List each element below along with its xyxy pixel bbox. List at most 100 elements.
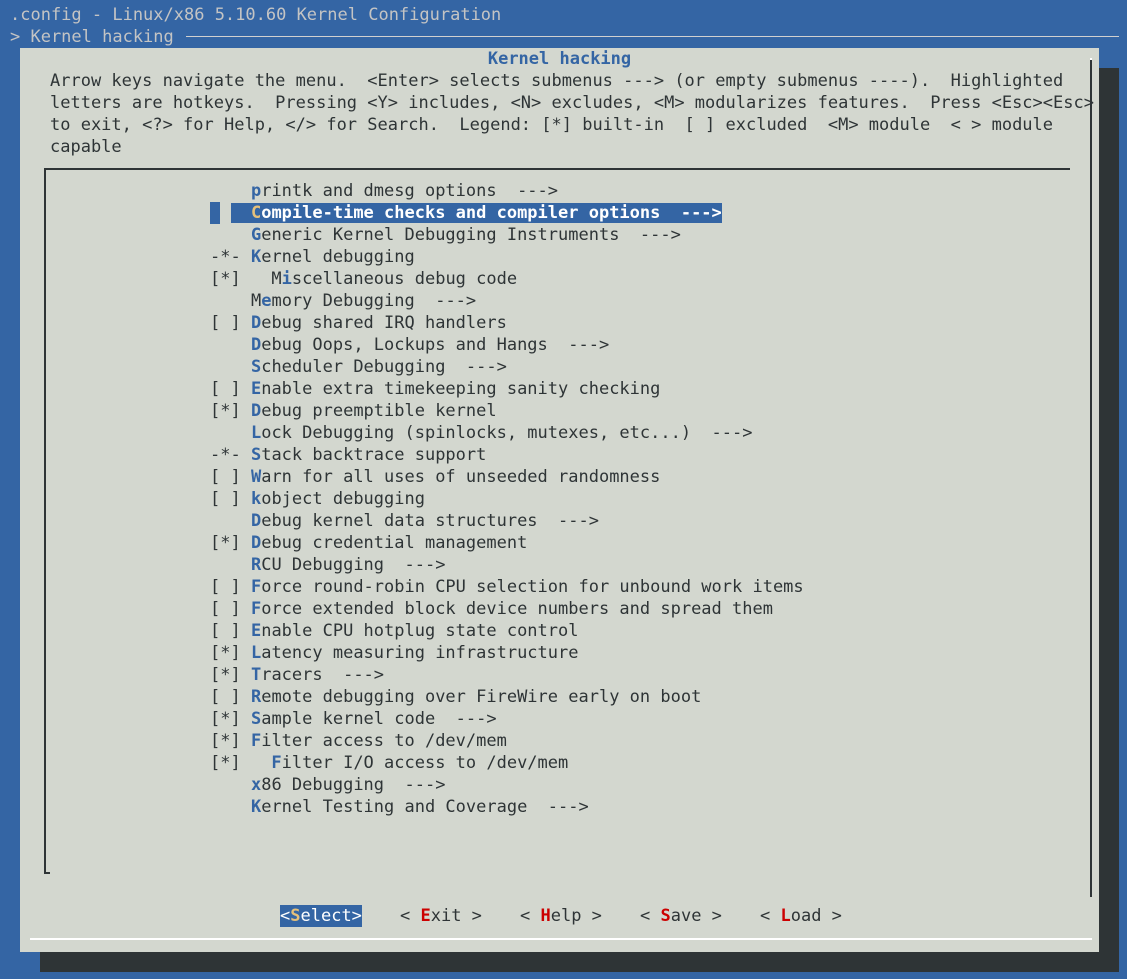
select-hotkey: S xyxy=(290,906,301,926)
menu-item[interactable]: [*] Debug preemptible kernel xyxy=(210,400,497,422)
menu-item-state xyxy=(210,181,251,201)
menu-item-state: [ ] xyxy=(210,489,251,509)
menu-item-label: Remote debugging over FireWire early on … xyxy=(250,687,702,707)
menu-item-label: Filter access to /dev/mem xyxy=(250,731,507,751)
menu-item-label: RCU Debugging ---> xyxy=(250,555,446,575)
menu-item-hotkey: K xyxy=(250,247,262,267)
menu-item[interactable]: [*] Filter access to /dev/mem xyxy=(210,730,507,752)
menu-item-state: [ ] xyxy=(210,621,251,641)
menu-item[interactable]: Kernel Testing and Coverage ---> xyxy=(210,796,589,818)
menu-item-label: Memory Debugging ---> xyxy=(250,291,477,311)
menu-item-state: [ ] xyxy=(210,687,251,707)
menu-item[interactable]: [*] Miscellaneous debug code xyxy=(210,268,517,290)
menu-item[interactable]: Lock Debugging (spinlocks, mutexes, etc.… xyxy=(210,422,753,444)
menu-item-state: [*] xyxy=(210,731,251,751)
menu-item[interactable]: Debug kernel data structures ---> xyxy=(210,510,599,532)
menu-item-hotkey: i xyxy=(281,269,292,289)
menu-item-hotkey: e xyxy=(261,291,272,311)
menu-item[interactable]: [ ] Remote debugging over FireWire early… xyxy=(210,686,701,708)
menu-item-state: [ ] xyxy=(210,577,251,597)
menu-item-state: [ ] xyxy=(210,313,251,333)
menu-item-hotkey: F xyxy=(271,753,282,773)
menu-item[interactable]: [*] Filter I/O access to /dev/mem xyxy=(210,752,568,774)
menu-item[interactable]: -*- Kernel debugging xyxy=(210,246,415,268)
menu-item-label: Compile-time checks and compiler options… xyxy=(230,203,722,223)
menu-item-hotkey: D xyxy=(250,335,262,355)
menu-item-state: [ ] xyxy=(210,379,251,399)
menu-item-hotkey: F xyxy=(250,731,262,751)
kernel-hacking-dialog: Kernel hacking Arrow keys navigate the m… xyxy=(20,48,1099,952)
menu-item-label: Filter I/O access to /dev/mem xyxy=(271,753,569,773)
menu-item-hotkey: R xyxy=(250,555,262,575)
menu-item-hotkey: D xyxy=(250,511,262,531)
menu-item-hotkey: R xyxy=(250,687,262,707)
menu-item[interactable]: [*] Tracers ---> xyxy=(210,664,384,686)
menu-item[interactable]: [ ] Force extended block device numbers … xyxy=(210,598,773,620)
menu-item-hotkey: K xyxy=(250,797,262,817)
menu-item[interactable]: [ ] Warn for all uses of unseeded random… xyxy=(210,466,660,488)
menu-item[interactable]: RCU Debugging ---> xyxy=(210,554,445,576)
menu-item-hotkey: x xyxy=(250,775,262,795)
menu-item[interactable]: Debug Oops, Lockups and Hangs ---> xyxy=(210,334,609,356)
load-hotkey: L xyxy=(780,906,791,926)
menu-item-hotkey: G xyxy=(250,225,262,245)
menu-item-state: [*] xyxy=(210,709,251,729)
select-button[interactable]: <Select> xyxy=(280,905,362,927)
menu-item-label: Enable CPU hotplug state control xyxy=(250,621,579,641)
menu-item[interactable]: Compile-time checks and compiler options… xyxy=(210,202,722,224)
menu-item-hotkey: W xyxy=(250,467,262,487)
menu-item[interactable]: -*- Stack backtrace support xyxy=(210,444,486,466)
menu-item-state: [*] xyxy=(210,753,272,773)
breadcrumb: > Kernel hacking xyxy=(10,27,174,47)
menu-item-state: [ ] xyxy=(210,467,251,487)
menu-item[interactable]: [*] Debug credential management xyxy=(210,532,527,554)
menu-item[interactable]: [*] Sample kernel code ---> xyxy=(210,708,497,730)
menu-item-hotkey: F xyxy=(250,577,262,597)
menu-item-label: Miscellaneous debug code xyxy=(271,269,518,289)
menu-item-label: Stack backtrace support xyxy=(250,445,487,465)
menu-item-state: -*- xyxy=(210,247,251,267)
menu-item[interactable]: x86 Debugging ---> xyxy=(210,774,445,796)
menu-item-label: printk and dmesg options ---> xyxy=(250,181,559,201)
menu-item-state xyxy=(210,357,251,377)
menu-item-label: Debug shared IRQ handlers xyxy=(250,313,507,333)
menu-item-hotkey: C xyxy=(250,203,262,223)
menu-item-hotkey: S xyxy=(250,445,262,465)
menu-item[interactable]: Scheduler Debugging ---> xyxy=(210,356,507,378)
menu-item-hotkey: E xyxy=(250,379,262,399)
help-button[interactable]: < Help > xyxy=(520,905,602,927)
menu-item[interactable]: [ ] Enable CPU hotplug state control xyxy=(210,620,578,642)
menu-item-label: Sample kernel code ---> xyxy=(250,709,497,729)
menu-item[interactable]: [*] Latency measuring infrastructure xyxy=(210,642,578,664)
menu-item-state xyxy=(210,797,251,817)
menu-item-hotkey: S xyxy=(250,357,262,377)
menu-item-state: [ ] xyxy=(210,599,251,619)
menu-item-label: Debug credential management xyxy=(250,533,528,553)
menu-item-state xyxy=(210,555,251,575)
save-button[interactable]: < Save > xyxy=(640,905,722,927)
menu-item-hotkey: p xyxy=(250,181,262,201)
menu-item-state: [*] xyxy=(210,269,272,289)
menu-item[interactable]: [ ] Force round-robin CPU selection for … xyxy=(210,576,804,598)
load-button[interactable]: < Load > xyxy=(760,905,842,927)
menu-item-state xyxy=(210,423,251,443)
menu-item-hotkey: k xyxy=(250,489,262,509)
menu-item[interactable]: printk and dmesg options ---> xyxy=(210,180,558,202)
menu-item-label: Warn for all uses of unseeded randomness xyxy=(250,467,661,487)
menu-item-label: Tracers ---> xyxy=(250,665,385,685)
breadcrumb-rule xyxy=(186,36,1119,37)
exit-button[interactable]: < Exit > xyxy=(400,905,482,927)
menu-list: printk and dmesg options ---> Compile-ti… xyxy=(20,48,1099,952)
menu-item-hotkey: T xyxy=(250,665,262,685)
menu-item-label: Force extended block device numbers and … xyxy=(250,599,773,619)
menu-item[interactable]: [ ] Enable extra timekeeping sanity chec… xyxy=(210,378,660,400)
menu-item-label: x86 Debugging ---> xyxy=(250,775,446,795)
menu-item[interactable]: Generic Kernel Debugging Instruments ---… xyxy=(210,224,681,246)
menu-item[interactable]: [ ] kobject debugging xyxy=(210,488,425,510)
menu-item[interactable]: Memory Debugging ---> xyxy=(210,290,476,312)
save-hotkey: S xyxy=(660,906,671,926)
menu-item[interactable]: [ ] Debug shared IRQ handlers xyxy=(210,312,507,334)
menu-item-label: Debug kernel data structures ---> xyxy=(250,511,599,531)
menu-item-state xyxy=(210,291,251,311)
exit-hotkey: E xyxy=(420,906,431,926)
